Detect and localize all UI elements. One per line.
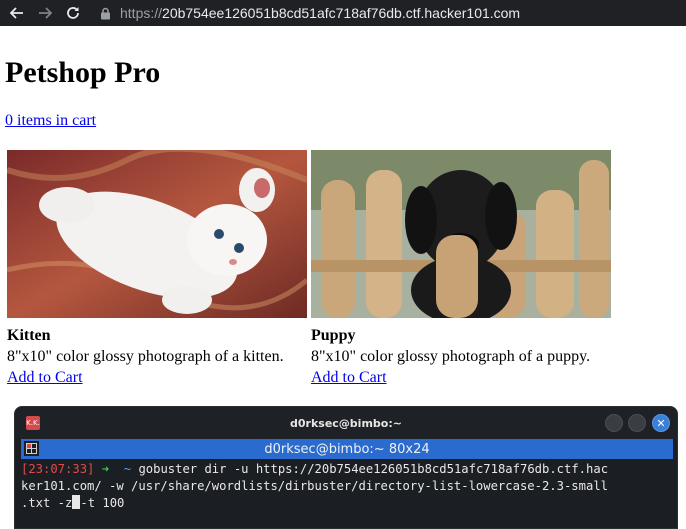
- command-line-3a: .txt -z: [21, 496, 73, 510]
- browser-toolbar: https://20b754ee126051b8cd51afc718af76db…: [0, 0, 686, 26]
- add-to-cart-puppy[interactable]: Add to Cart: [311, 369, 387, 387]
- terminal-app-icon: K.K.: [26, 416, 40, 430]
- url-scheme: https://: [120, 5, 163, 21]
- arrow-left-icon: [9, 7, 23, 19]
- close-button[interactable]: ✕: [652, 414, 670, 432]
- lock-icon[interactable]: [98, 6, 112, 20]
- maximize-button[interactable]: [628, 414, 646, 432]
- terminal-window-title: d0rksec@bimbo:~: [290, 416, 402, 430]
- kitten-photo: [7, 150, 307, 318]
- cart-link[interactable]: 0 items in cart: [5, 112, 96, 130]
- prompt-directory: ~: [123, 462, 132, 476]
- page-title: Petshop Pro: [5, 56, 161, 89]
- product-card-puppy: Puppy 8"x10" color glossy photograph of …: [311, 150, 611, 387]
- back-button[interactable]: [6, 2, 28, 24]
- product-name: Puppy: [311, 327, 356, 344]
- prompt-arrow: ➜: [101, 462, 110, 476]
- product-description: 8"x10" color glossy photograph of a kitt…: [7, 348, 284, 365]
- url-host: 20b754ee126051b8cd51afc718af76db.ctf.hac…: [162, 5, 521, 21]
- app-icon-text: K.K.: [26, 419, 40, 427]
- address-bar[interactable]: https://20b754ee126051b8cd51afc718af76db…: [120, 5, 520, 21]
- reload-button[interactable]: [62, 2, 84, 24]
- arrow-right-icon: [39, 7, 53, 19]
- terminal-tab[interactable]: d0rksec@bimbo:~ 80x24: [21, 439, 673, 459]
- split-view-icon[interactable]: [24, 441, 39, 456]
- terminal-output[interactable]: [23:07:33] ➜ ~ gobuster dir -u https://2…: [15, 459, 677, 512]
- command-line-3b: -t 100: [80, 496, 125, 510]
- forward-button[interactable]: [34, 2, 56, 24]
- add-to-cart-kitten[interactable]: Add to Cart: [7, 369, 83, 387]
- product-card-kitten: Kitten 8"x10" color glossy photograph of…: [7, 150, 307, 387]
- puppy-photo: [311, 150, 611, 318]
- close-icon: ✕: [656, 416, 666, 430]
- product-description: 8"x10" color glossy photograph of a pupp…: [311, 348, 591, 365]
- command-line-2: ker101.com/ -w /usr/share/wordlists/dirb…: [21, 479, 608, 493]
- terminal-titlebar[interactable]: K.K. d0rksec@bimbo:~ ✕: [15, 407, 677, 439]
- terminal-window[interactable]: K.K. d0rksec@bimbo:~ ✕ d0rksec@bimbo:~ 8…: [14, 406, 678, 529]
- command-line-1: gobuster dir -u https://20b754ee126051b8…: [138, 462, 609, 476]
- reload-icon: [67, 7, 79, 19]
- product-name: Kitten: [7, 327, 51, 344]
- terminal-tab-title: d0rksec@bimbo:~ 80x24: [264, 441, 430, 457]
- prompt-timestamp: [23:07:33]: [21, 462, 95, 476]
- minimize-button[interactable]: [605, 414, 623, 432]
